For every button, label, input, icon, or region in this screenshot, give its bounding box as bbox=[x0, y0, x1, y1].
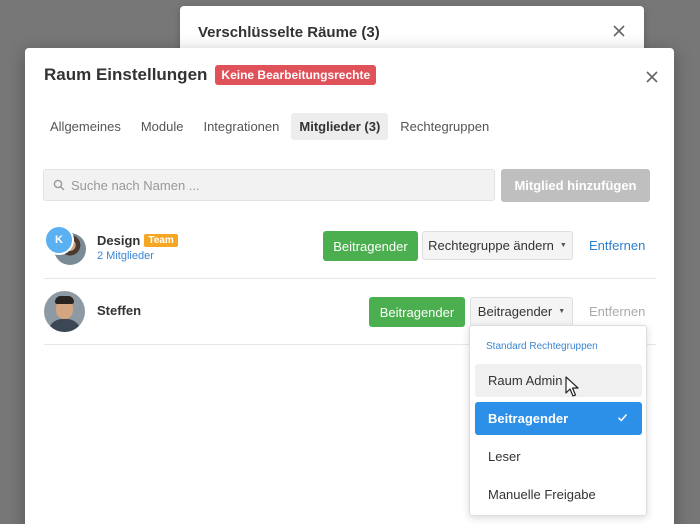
remove-member-link[interactable]: Entfernen bbox=[589, 304, 645, 319]
caret-down-icon: ▼ bbox=[558, 308, 566, 315]
dropdown-item-raum-admin[interactable]: Raum Admin bbox=[475, 364, 642, 397]
member-row: K Design Team 2 Mitglieder Beitragender … bbox=[44, 213, 656, 279]
member-name: Steffen bbox=[97, 303, 141, 318]
mouse-pointer-icon bbox=[565, 376, 579, 397]
close-icon[interactable] bbox=[612, 24, 626, 38]
tab-rechtegruppen[interactable]: Rechtegruppen bbox=[392, 113, 497, 140]
no-edit-rights-badge: Keine Bearbeitungsrechte bbox=[215, 65, 377, 85]
tab-mitglieder[interactable]: Mitglieder (3) bbox=[291, 113, 389, 140]
dropdown-item-manuelle-freigabe[interactable]: Manuelle Freigabe bbox=[475, 478, 642, 511]
dropdown-label: Rechtegruppe ändern bbox=[428, 238, 554, 253]
dropdown-item-label: Beitragender bbox=[488, 411, 569, 426]
settings-tabs: Allgemeines Module Integrationen Mitglie… bbox=[42, 113, 501, 140]
dropdown-item-label: Raum Admin bbox=[488, 373, 563, 388]
avatar bbox=[44, 291, 85, 332]
member-name-text: Steffen bbox=[97, 303, 142, 318]
dropdown-label: Beitragender bbox=[477, 304, 553, 319]
remove-member-link[interactable]: Entfernen bbox=[589, 238, 645, 253]
caret-down-icon: ▼ bbox=[559, 242, 567, 249]
dropdown-item-leser[interactable]: Leser bbox=[475, 440, 642, 473]
modal-header: Raum Einstellungen Keine Bearbeitungsrec… bbox=[44, 65, 377, 85]
change-role-dropdown[interactable]: Rechtegruppe ändern ▼ bbox=[422, 231, 573, 260]
tab-module[interactable]: Module bbox=[133, 113, 192, 140]
role-button[interactable]: Beitragender bbox=[323, 231, 418, 261]
member-search bbox=[43, 169, 495, 201]
member-count-link[interactable]: 2 Mitglieder bbox=[97, 250, 154, 262]
team-badge: Team bbox=[144, 234, 178, 247]
dropdown-item-label: Manuelle Freigabe bbox=[488, 487, 596, 502]
search-icon bbox=[53, 179, 65, 191]
add-member-button[interactable]: Mitglied hinzufügen bbox=[501, 169, 650, 202]
member-name: Design Team bbox=[97, 233, 178, 248]
background-modal-title: Verschlüsselte Räume (3) bbox=[198, 24, 380, 41]
modal-title: Raum Einstellungen bbox=[44, 65, 208, 84]
dropdown-item-beitragender[interactable]: Beitragender bbox=[475, 402, 642, 435]
team-avatar: K bbox=[44, 225, 86, 267]
tab-integrationen[interactable]: Integrationen bbox=[195, 113, 287, 140]
check-icon bbox=[617, 414, 628, 422]
close-icon[interactable] bbox=[645, 70, 659, 84]
member-name-text: Design bbox=[97, 233, 141, 248]
role-dropdown-menu: Standard Rechtegruppen Raum Admin Beitra… bbox=[469, 325, 647, 516]
dropdown-section-header: Standard Rechtegruppen bbox=[486, 341, 598, 352]
tab-allgemeines[interactable]: Allgemeines bbox=[42, 113, 129, 140]
role-dropdown[interactable]: Beitragender ▼ bbox=[470, 297, 573, 326]
role-button[interactable]: Beitragender bbox=[369, 297, 465, 327]
avatar-initial: K bbox=[44, 225, 74, 255]
search-input[interactable] bbox=[71, 177, 471, 193]
dropdown-item-label: Leser bbox=[488, 449, 521, 464]
